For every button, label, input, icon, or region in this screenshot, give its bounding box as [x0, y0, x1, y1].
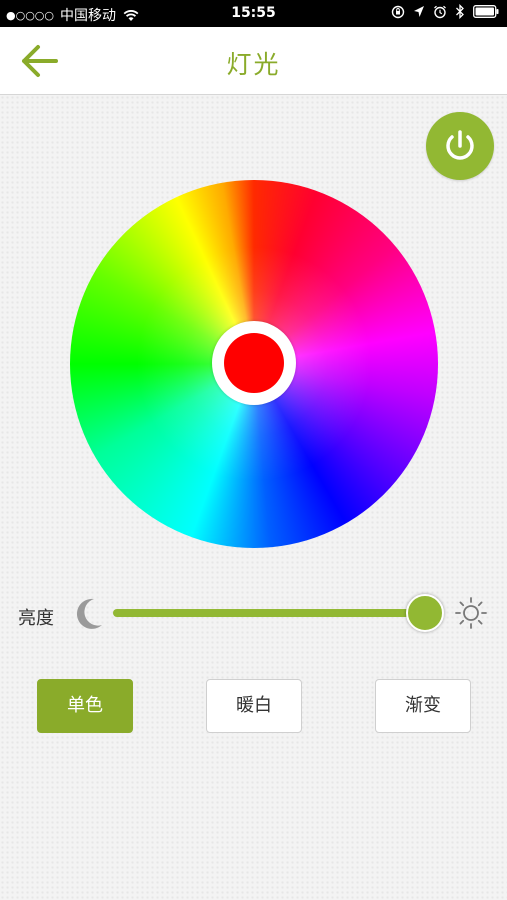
orientation-lock-icon — [391, 5, 405, 18]
power-icon — [446, 130, 474, 160]
nav-bar: 灯光 — [0, 27, 507, 95]
mode-warm-white-button[interactable]: 暖白 — [206, 679, 302, 733]
brightness-label: 亮度 — [18, 608, 54, 629]
mode-solid-button[interactable]: 单色 — [37, 679, 133, 733]
battery-icon — [473, 5, 499, 18]
selected-color-swatch — [224, 333, 284, 393]
sun-icon — [455, 597, 487, 629]
bluetooth-icon — [456, 4, 464, 19]
brightness-slider-thumb[interactable] — [406, 594, 444, 632]
status-bar: ●○○○○ 中国移动 15:55 — [0, 0, 507, 27]
status-right — [391, 4, 499, 19]
color-picker-handle[interactable] — [212, 321, 296, 405]
brightness-slider-track[interactable] — [113, 609, 425, 617]
location-arrow-icon — [414, 5, 424, 17]
alarm-icon — [434, 5, 446, 18]
moon-icon — [76, 598, 102, 629]
page-title: 灯光 — [226, 50, 281, 79]
mode-gradient-button[interactable]: 渐变 — [375, 679, 471, 733]
light-control-screen: ●○○○○ 中国移动 15:55 灯光 亮度 单色 暖白 渐变 — [0, 0, 507, 900]
power-button[interactable] — [426, 112, 494, 180]
